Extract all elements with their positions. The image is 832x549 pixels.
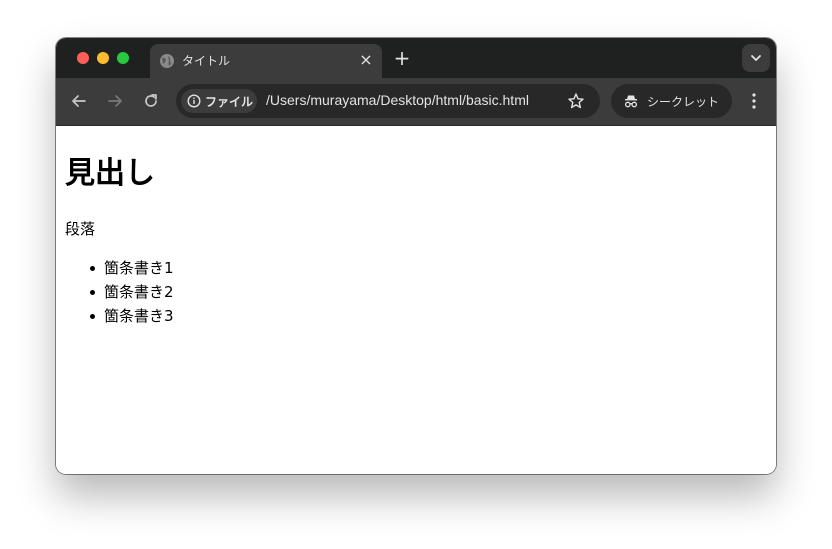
- back-arrow-icon[interactable]: [68, 90, 90, 112]
- reload-icon[interactable]: [140, 90, 162, 112]
- forward-arrow-icon[interactable]: [104, 90, 126, 112]
- page-content: 見出し 段落 箇条書き1 箇条書き2 箇条書き3: [56, 126, 776, 474]
- close-window-button[interactable]: [77, 52, 89, 64]
- new-tab-button[interactable]: +: [390, 46, 414, 70]
- url-text[interactable]: /Users/murayama/Desktop/html/basic.html: [266, 92, 529, 108]
- browser-window: タイトル × + ファイル /Users/murayama/Desktop/ht…: [56, 38, 776, 474]
- tab-search-button[interactable]: [742, 44, 770, 72]
- page-heading: 見出し: [65, 156, 155, 191]
- page-paragraph: 段落: [65, 220, 96, 238]
- incognito-indicator[interactable]: シークレット: [611, 84, 732, 118]
- chevron-down-icon: [751, 55, 761, 61]
- close-tab-button[interactable]: ×: [356, 50, 376, 70]
- list-item: 箇条書き3: [65, 304, 174, 328]
- address-bar[interactable]: ファイル /Users/murayama/Desktop/html/basic.…: [176, 84, 600, 118]
- tab-title: タイトル: [182, 54, 231, 68]
- zoom-window-button[interactable]: [117, 52, 129, 64]
- bullet-list: 箇条書き1 箇条書き2 箇条書き3: [65, 256, 174, 328]
- site-info-chip[interactable]: ファイル: [181, 89, 257, 113]
- more-options-icon[interactable]: [742, 89, 766, 113]
- info-icon: [187, 94, 201, 108]
- tab-strip: タイトル × +: [56, 38, 776, 78]
- minimize-window-button[interactable]: [97, 52, 109, 64]
- incognito-label: シークレット: [647, 95, 720, 109]
- list-item: 箇条書き1: [65, 256, 174, 280]
- bookmark-star-icon[interactable]: [567, 92, 585, 110]
- site-info-label: ファイル: [205, 95, 254, 109]
- toolbar: ファイル /Users/murayama/Desktop/html/basic.…: [56, 78, 776, 126]
- globe-icon: [160, 54, 174, 68]
- list-item: 箇条書き2: [65, 280, 174, 304]
- tab-active[interactable]: タイトル ×: [150, 44, 382, 78]
- incognito-icon: [624, 95, 638, 108]
